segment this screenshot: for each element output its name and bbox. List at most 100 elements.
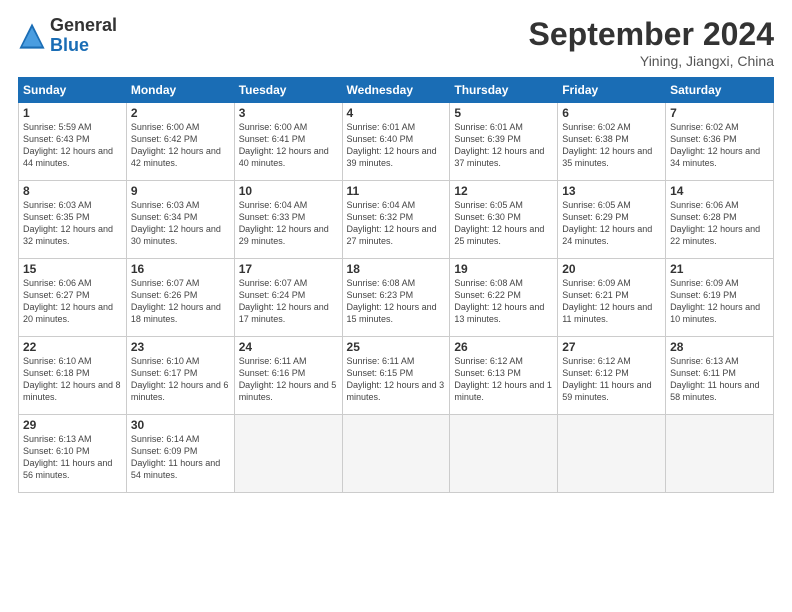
calendar-cell: 4 Sunrise: 6:01 AM Sunset: 6:40 PM Dayli… <box>342 103 450 181</box>
day-number: 21 <box>670 262 769 276</box>
header: General Blue September 2024 Yining, Jian… <box>18 16 774 69</box>
day-info: Sunrise: 6:11 AM Sunset: 6:15 PM Dayligh… <box>347 355 446 404</box>
day-info: Sunrise: 6:09 AM Sunset: 6:21 PM Dayligh… <box>562 277 661 326</box>
page-container: General Blue September 2024 Yining, Jian… <box>0 0 792 503</box>
col-saturday: Saturday <box>666 78 774 103</box>
calendar-cell: 28 Sunrise: 6:13 AM Sunset: 6:11 PM Dayl… <box>666 337 774 415</box>
day-info: Sunrise: 6:01 AM Sunset: 6:40 PM Dayligh… <box>347 121 446 170</box>
day-number: 23 <box>131 340 230 354</box>
calendar-cell: 17 Sunrise: 6:07 AM Sunset: 6:24 PM Dayl… <box>234 259 342 337</box>
day-number: 16 <box>131 262 230 276</box>
day-number: 14 <box>670 184 769 198</box>
day-number: 27 <box>562 340 661 354</box>
calendar-cell: 10 Sunrise: 6:04 AM Sunset: 6:33 PM Dayl… <box>234 181 342 259</box>
calendar-row-5: 29 Sunrise: 6:13 AM Sunset: 6:10 PM Dayl… <box>19 415 774 493</box>
calendar-cell: 23 Sunrise: 6:10 AM Sunset: 6:17 PM Dayl… <box>126 337 234 415</box>
day-info: Sunrise: 6:04 AM Sunset: 6:32 PM Dayligh… <box>347 199 446 248</box>
day-info: Sunrise: 6:01 AM Sunset: 6:39 PM Dayligh… <box>454 121 553 170</box>
day-number: 18 <box>347 262 446 276</box>
day-info: Sunrise: 6:06 AM Sunset: 6:28 PM Dayligh… <box>670 199 769 248</box>
day-info: Sunrise: 6:14 AM Sunset: 6:09 PM Dayligh… <box>131 433 230 482</box>
day-info: Sunrise: 6:12 AM Sunset: 6:13 PM Dayligh… <box>454 355 553 404</box>
day-number: 24 <box>239 340 338 354</box>
calendar-cell <box>558 415 666 493</box>
calendar-cell: 12 Sunrise: 6:05 AM Sunset: 6:30 PM Dayl… <box>450 181 558 259</box>
calendar-cell: 11 Sunrise: 6:04 AM Sunset: 6:32 PM Dayl… <box>342 181 450 259</box>
col-wednesday: Wednesday <box>342 78 450 103</box>
col-thursday: Thursday <box>450 78 558 103</box>
day-number: 4 <box>347 106 446 120</box>
day-info: Sunrise: 6:09 AM Sunset: 6:19 PM Dayligh… <box>670 277 769 326</box>
day-info: Sunrise: 6:12 AM Sunset: 6:12 PM Dayligh… <box>562 355 661 404</box>
day-number: 29 <box>23 418 122 432</box>
day-number: 9 <box>131 184 230 198</box>
day-info: Sunrise: 6:03 AM Sunset: 6:34 PM Dayligh… <box>131 199 230 248</box>
day-info: Sunrise: 6:02 AM Sunset: 6:38 PM Dayligh… <box>562 121 661 170</box>
calendar-cell: 8 Sunrise: 6:03 AM Sunset: 6:35 PM Dayli… <box>19 181 127 259</box>
day-info: Sunrise: 6:06 AM Sunset: 6:27 PM Dayligh… <box>23 277 122 326</box>
calendar-cell: 6 Sunrise: 6:02 AM Sunset: 6:38 PM Dayli… <box>558 103 666 181</box>
calendar-row-3: 15 Sunrise: 6:06 AM Sunset: 6:27 PM Dayl… <box>19 259 774 337</box>
day-number: 2 <box>131 106 230 120</box>
day-info: Sunrise: 6:10 AM Sunset: 6:17 PM Dayligh… <box>131 355 230 404</box>
logo-text: General Blue <box>50 16 117 56</box>
calendar-cell <box>450 415 558 493</box>
calendar-cell: 21 Sunrise: 6:09 AM Sunset: 6:19 PM Dayl… <box>666 259 774 337</box>
day-info: Sunrise: 6:05 AM Sunset: 6:29 PM Dayligh… <box>562 199 661 248</box>
day-info: Sunrise: 6:03 AM Sunset: 6:35 PM Dayligh… <box>23 199 122 248</box>
calendar-cell <box>234 415 342 493</box>
day-number: 19 <box>454 262 553 276</box>
col-monday: Monday <box>126 78 234 103</box>
day-info: Sunrise: 6:05 AM Sunset: 6:30 PM Dayligh… <box>454 199 553 248</box>
location: Yining, Jiangxi, China <box>529 53 774 69</box>
calendar-cell: 18 Sunrise: 6:08 AM Sunset: 6:23 PM Dayl… <box>342 259 450 337</box>
col-tuesday: Tuesday <box>234 78 342 103</box>
calendar-cell: 16 Sunrise: 6:07 AM Sunset: 6:26 PM Dayl… <box>126 259 234 337</box>
logo-blue-text: Blue <box>50 36 117 56</box>
calendar-cell: 25 Sunrise: 6:11 AM Sunset: 6:15 PM Dayl… <box>342 337 450 415</box>
title-block: September 2024 Yining, Jiangxi, China <box>529 16 774 69</box>
calendar-cell: 20 Sunrise: 6:09 AM Sunset: 6:21 PM Dayl… <box>558 259 666 337</box>
col-sunday: Sunday <box>19 78 127 103</box>
calendar-cell: 29 Sunrise: 6:13 AM Sunset: 6:10 PM Dayl… <box>19 415 127 493</box>
logo-icon <box>18 22 46 50</box>
day-number: 5 <box>454 106 553 120</box>
calendar-cell: 22 Sunrise: 6:10 AM Sunset: 6:18 PM Dayl… <box>19 337 127 415</box>
day-number: 1 <box>23 106 122 120</box>
day-number: 12 <box>454 184 553 198</box>
calendar-row-1: 1 Sunrise: 5:59 AM Sunset: 6:43 PM Dayli… <box>19 103 774 181</box>
calendar-row-2: 8 Sunrise: 6:03 AM Sunset: 6:35 PM Dayli… <box>19 181 774 259</box>
day-info: Sunrise: 6:04 AM Sunset: 6:33 PM Dayligh… <box>239 199 338 248</box>
day-info: Sunrise: 6:13 AM Sunset: 6:10 PM Dayligh… <box>23 433 122 482</box>
calendar-header-row: Sunday Monday Tuesday Wednesday Thursday… <box>19 78 774 103</box>
day-number: 28 <box>670 340 769 354</box>
day-info: Sunrise: 6:13 AM Sunset: 6:11 PM Dayligh… <box>670 355 769 404</box>
day-number: 26 <box>454 340 553 354</box>
calendar-cell: 2 Sunrise: 6:00 AM Sunset: 6:42 PM Dayli… <box>126 103 234 181</box>
day-info: Sunrise: 6:10 AM Sunset: 6:18 PM Dayligh… <box>23 355 122 404</box>
logo-general-text: General <box>50 16 117 36</box>
calendar-cell: 1 Sunrise: 5:59 AM Sunset: 6:43 PM Dayli… <box>19 103 127 181</box>
calendar-cell <box>666 415 774 493</box>
day-info: Sunrise: 6:07 AM Sunset: 6:26 PM Dayligh… <box>131 277 230 326</box>
calendar-cell: 24 Sunrise: 6:11 AM Sunset: 6:16 PM Dayl… <box>234 337 342 415</box>
day-info: Sunrise: 6:02 AM Sunset: 6:36 PM Dayligh… <box>670 121 769 170</box>
day-number: 17 <box>239 262 338 276</box>
calendar-cell: 14 Sunrise: 6:06 AM Sunset: 6:28 PM Dayl… <box>666 181 774 259</box>
day-info: Sunrise: 6:07 AM Sunset: 6:24 PM Dayligh… <box>239 277 338 326</box>
day-info: Sunrise: 6:08 AM Sunset: 6:23 PM Dayligh… <box>347 277 446 326</box>
calendar-cell: 3 Sunrise: 6:00 AM Sunset: 6:41 PM Dayli… <box>234 103 342 181</box>
day-info: Sunrise: 6:00 AM Sunset: 6:42 PM Dayligh… <box>131 121 230 170</box>
calendar-cell: 13 Sunrise: 6:05 AM Sunset: 6:29 PM Dayl… <box>558 181 666 259</box>
col-friday: Friday <box>558 78 666 103</box>
calendar-cell: 26 Sunrise: 6:12 AM Sunset: 6:13 PM Dayl… <box>450 337 558 415</box>
calendar-row-4: 22 Sunrise: 6:10 AM Sunset: 6:18 PM Dayl… <box>19 337 774 415</box>
day-number: 8 <box>23 184 122 198</box>
calendar-cell: 9 Sunrise: 6:03 AM Sunset: 6:34 PM Dayli… <box>126 181 234 259</box>
calendar-cell: 19 Sunrise: 6:08 AM Sunset: 6:22 PM Dayl… <box>450 259 558 337</box>
day-number: 25 <box>347 340 446 354</box>
day-number: 3 <box>239 106 338 120</box>
day-number: 30 <box>131 418 230 432</box>
calendar-cell <box>342 415 450 493</box>
day-info: Sunrise: 6:08 AM Sunset: 6:22 PM Dayligh… <box>454 277 553 326</box>
